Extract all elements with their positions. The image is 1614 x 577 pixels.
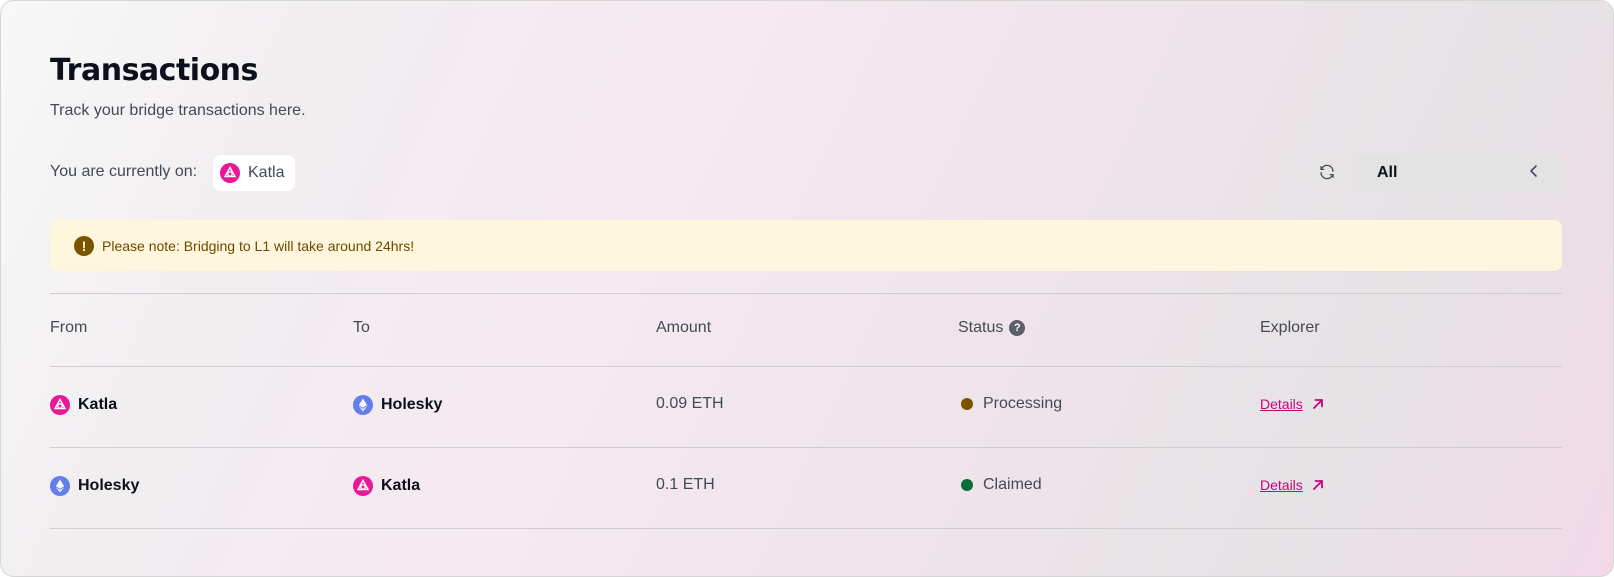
ethereum-icon — [353, 395, 373, 415]
details-link[interactable]: Details — [1260, 396, 1303, 412]
refresh-button[interactable] — [1309, 156, 1345, 192]
table-row-1-from: Katla — [50, 395, 117, 415]
page-subtitle: Track your bridge transactions here. — [50, 102, 306, 119]
column-header-from: From — [50, 319, 88, 336]
status-dot — [961, 479, 973, 491]
refresh-icon — [1318, 163, 1336, 186]
table-row-2-amount: 0.1 ETH — [656, 476, 715, 493]
column-header-amount: Amount — [656, 319, 712, 336]
table-row-2-to: Katla — [353, 476, 420, 496]
external-link-icon[interactable] — [1311, 478, 1325, 492]
current-network-label: You are currently on: — [50, 163, 198, 180]
column-header-explorer: Explorer — [1260, 319, 1320, 336]
page-title: Transactions — [50, 53, 258, 88]
bridging-notice: ! Please note: Bridging to L1 will take … — [50, 220, 1562, 271]
table-row-2-from: Holesky — [50, 476, 139, 496]
table-row-1-status: Processing — [961, 395, 1062, 413]
current-network-chip[interactable]: Katla — [213, 155, 295, 191]
table-top-divider — [50, 293, 1562, 294]
status-filter-value: All — [1377, 164, 1398, 181]
katla-icon — [50, 395, 70, 415]
katla-icon — [220, 163, 240, 183]
table-row-1-to: Holesky — [353, 395, 442, 415]
notice-text: Please note: Bridging to L1 will take ar… — [102, 237, 415, 254]
ethereum-icon — [50, 476, 70, 496]
status-filter-select[interactable]: All — [1353, 155, 1562, 191]
column-header-status: Status ? — [958, 319, 1026, 337]
help-icon[interactable]: ? — [1009, 320, 1026, 336]
column-header-to: To — [353, 319, 370, 336]
katla-icon — [353, 476, 373, 496]
table-row-divider — [50, 447, 1562, 448]
external-link-icon[interactable] — [1311, 397, 1325, 411]
table-row-1-amount: 0.09 ETH — [656, 395, 724, 412]
table-row-1-explorer: Details — [1260, 396, 1325, 412]
status-dot — [961, 398, 973, 410]
table-row-2-status: Claimed — [961, 476, 1042, 494]
current-network-name: Katla — [248, 164, 285, 181]
details-link[interactable]: Details — [1260, 477, 1303, 493]
exclamation-icon: ! — [74, 235, 94, 256]
chevron-left-icon — [1528, 164, 1540, 183]
table-row-2-explorer: Details — [1260, 477, 1325, 493]
transactions-card: Transactions Track your bridge transacti… — [0, 0, 1614, 577]
table-header-divider — [50, 366, 1562, 367]
table-bottom-divider — [50, 528, 1562, 529]
